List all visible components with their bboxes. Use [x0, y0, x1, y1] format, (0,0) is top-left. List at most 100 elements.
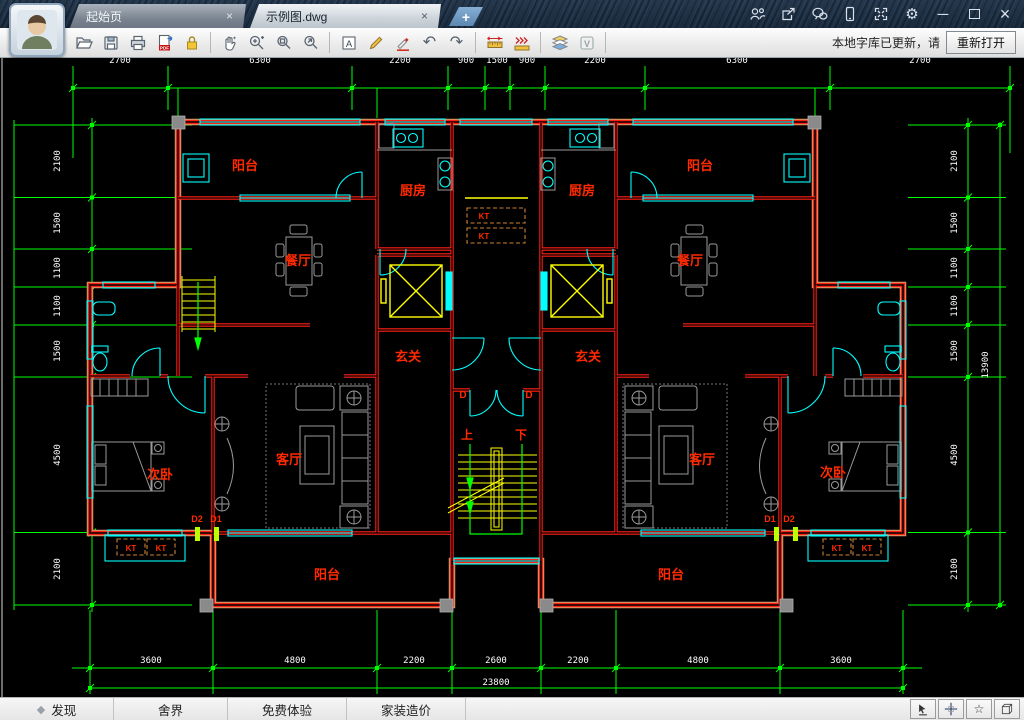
drawing-canvas[interactable]: 2700630022009001500900220063002700360048… [0, 58, 1024, 697]
diamond-icon: ◆ [37, 703, 45, 716]
statusbar-item-shejie[interactable]: 舍界 [114, 698, 228, 720]
svg-text:4500: 4500 [950, 444, 960, 466]
lock-icon[interactable] [178, 30, 205, 56]
svg-text:2200: 2200 [584, 58, 606, 66]
open-file-icon[interactable] [70, 30, 97, 56]
avatar[interactable] [9, 3, 65, 57]
laser-pointer-icon[interactable] [910, 699, 936, 719]
svg-text:玄关: 玄关 [575, 349, 601, 364]
svg-text:2600: 2600 [485, 656, 507, 666]
measure-icon[interactable] [481, 30, 508, 56]
statusbar-item-discover[interactable]: ◆ 发现 [0, 698, 114, 720]
svg-text:2100: 2100 [950, 150, 960, 172]
svg-text:2200: 2200 [403, 656, 425, 666]
contacts-icon[interactable] [748, 5, 766, 23]
statusbar: ◆ 发现 舍界 免费体验 家装造价 ☆ [0, 697, 1024, 720]
share-icon[interactable] [779, 5, 797, 23]
svg-text:3600: 3600 [830, 656, 852, 666]
svg-text:2200: 2200 [567, 656, 589, 666]
zoom-extents-icon[interactable] [297, 30, 324, 56]
text-tool-icon[interactable]: A [335, 30, 362, 56]
export-pdf-icon[interactable]: PDF [151, 30, 178, 56]
undo-icon[interactable]: ↶ [416, 30, 443, 56]
tab-start-page[interactable]: 起始页 × [70, 4, 246, 28]
svg-text:D2: D2 [783, 514, 795, 524]
minimize-icon[interactable]: ─ [934, 5, 952, 23]
star-icon[interactable]: ☆ [966, 699, 992, 719]
svg-text:上: 上 [461, 427, 473, 442]
svg-text:KT: KT [479, 212, 490, 221]
structural-columns [172, 116, 821, 612]
maximize-icon[interactable] [965, 5, 983, 23]
svg-text:2200: 2200 [389, 58, 411, 66]
save-icon[interactable] [97, 30, 124, 56]
svg-text:6300: 6300 [249, 58, 271, 66]
crosshair-icon[interactable] [938, 699, 964, 719]
svg-text:KT: KT [832, 544, 843, 553]
svg-text:KT: KT [862, 544, 873, 553]
svg-text:玄关: 玄关 [395, 349, 421, 364]
wechat-icon[interactable] [810, 5, 828, 23]
svg-text:2100: 2100 [950, 558, 960, 580]
titlebar: 起始页 × 示例图.dwg × + [0, 0, 1024, 28]
svg-text:D: D [525, 390, 532, 401]
svg-text:KT: KT [479, 232, 490, 241]
statusbar-item-label: 舍界 [158, 700, 183, 719]
svg-text:A: A [345, 38, 352, 49]
statusbar-item-label: 免费体验 [262, 700, 312, 719]
dimension-lines [14, 66, 1014, 694]
close-icon[interactable]: × [996, 5, 1014, 23]
svg-text:阳台: 阳台 [658, 567, 684, 582]
svg-text:1500: 1500 [53, 212, 63, 234]
pencil-icon[interactable] [362, 30, 389, 56]
svg-text:4800: 4800 [284, 656, 306, 666]
svg-text:D1: D1 [764, 514, 776, 524]
cube-icon[interactable] [994, 699, 1020, 719]
font-update-notice: 本地字库已更新，请 [832, 34, 940, 51]
tab-start-page-label: 起始页 [86, 8, 223, 25]
zoom-icon[interactable] [243, 30, 270, 56]
v-tool-icon[interactable]: V [573, 30, 600, 56]
svg-text:D: D [459, 390, 466, 401]
statusbar-item-decoration-cost[interactable]: 家装造价 [347, 698, 466, 720]
svg-text:2100: 2100 [53, 150, 63, 172]
pan-icon[interactable] [216, 30, 243, 56]
svg-text:2700: 2700 [909, 58, 931, 66]
svg-text:KT: KT [126, 544, 137, 553]
close-icon[interactable]: × [223, 9, 236, 23]
svg-text:4500: 4500 [53, 444, 63, 466]
marker-icon[interactable] [389, 30, 416, 56]
zoom-window-icon[interactable] [270, 30, 297, 56]
layers-icon[interactable] [546, 30, 573, 56]
measure-continuous-icon[interactable] [508, 30, 535, 56]
toolbar: PDF [0, 28, 1024, 58]
statusbar-item-label: 发现 [51, 700, 76, 719]
fullscreen-icon[interactable] [872, 5, 890, 23]
svg-text:厨房: 厨房 [400, 183, 426, 198]
svg-text:1500: 1500 [950, 212, 960, 234]
reopen-button[interactable]: 重新打开 [946, 31, 1016, 54]
statusbar-item-free-trial[interactable]: 免费体验 [228, 698, 347, 720]
svg-text:KT: KT [156, 544, 167, 553]
statusbar-item-label: 家装造价 [381, 700, 431, 719]
svg-text:1500: 1500 [53, 340, 63, 362]
tab-drawing-file[interactable]: 示例图.dwg × [250, 4, 441, 28]
walls [90, 122, 903, 605]
tab-drawing-file-label: 示例图.dwg [266, 8, 418, 25]
svg-text:阳台: 阳台 [687, 158, 713, 173]
tab-bar: 起始页 × 示例图.dwg × + [70, 0, 483, 28]
print-icon[interactable] [124, 30, 151, 56]
svg-text:下: 下 [515, 428, 527, 442]
new-tab-button[interactable]: + [449, 7, 483, 26]
settings-icon[interactable]: ⚙ [903, 5, 921, 23]
svg-text:D1: D1 [210, 514, 222, 524]
redo-icon[interactable]: ↷ [443, 30, 470, 56]
svg-text:2100: 2100 [53, 558, 63, 580]
mobile-icon[interactable] [841, 5, 859, 23]
svg-text:1100: 1100 [53, 295, 63, 317]
svg-text:1100: 1100 [950, 257, 960, 279]
svg-text:13900: 13900 [981, 351, 991, 378]
svg-text:V: V [583, 39, 589, 49]
svg-text:阳台: 阳台 [314, 567, 340, 582]
close-icon[interactable]: × [418, 9, 431, 23]
